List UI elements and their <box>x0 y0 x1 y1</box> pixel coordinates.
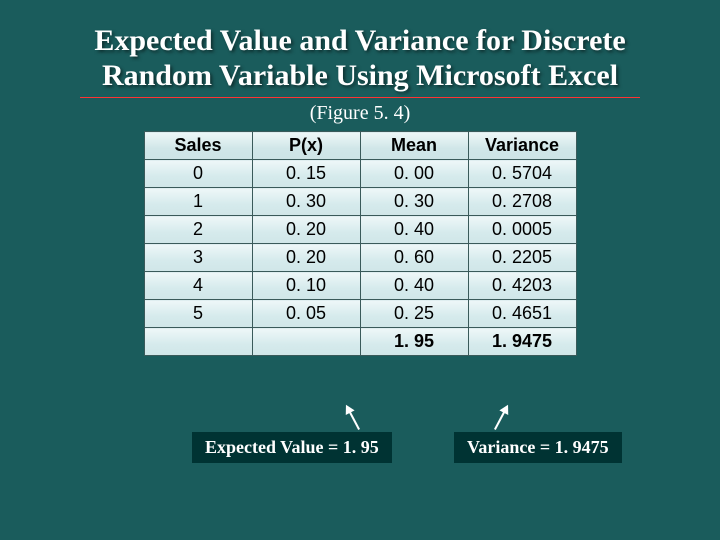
cell: 1 <box>144 188 252 216</box>
cell: 0. 15 <box>252 160 360 188</box>
cell: 4 <box>144 272 252 300</box>
table-header-row: Sales P(x) Mean Variance <box>144 132 576 160</box>
cell-total <box>144 328 252 356</box>
slide: Expected Value and Variance for Discrete… <box>0 0 720 540</box>
arrow-icon <box>494 406 508 430</box>
cell: 0. 2708 <box>468 188 576 216</box>
cell: 0. 40 <box>360 272 468 300</box>
cell: 0. 25 <box>360 300 468 328</box>
cell: 0. 20 <box>252 244 360 272</box>
variance-label: Variance = 1. 9475 <box>454 432 622 463</box>
col-header-px: P(x) <box>252 132 360 160</box>
slide-title: Expected Value and Variance for Discrete… <box>80 24 640 98</box>
cell: 2 <box>144 216 252 244</box>
col-header-mean: Mean <box>360 132 468 160</box>
cell: 0. 5704 <box>468 160 576 188</box>
table-row: 4 0. 10 0. 40 0. 4203 <box>144 272 576 300</box>
cell: 0. 30 <box>252 188 360 216</box>
table-row: 5 0. 05 0. 25 0. 4651 <box>144 300 576 328</box>
cell: 0. 40 <box>360 216 468 244</box>
cell: 0. 20 <box>252 216 360 244</box>
cell: 0. 05 <box>252 300 360 328</box>
expected-value-label: Expected Value = 1. 95 <box>192 432 392 463</box>
cell: 0. 4203 <box>468 272 576 300</box>
cell: 0. 4651 <box>468 300 576 328</box>
table-container: Sales P(x) Mean Variance 0 0. 15 0. 00 0… <box>0 131 720 356</box>
cell: 0 <box>144 160 252 188</box>
cell: 3 <box>144 244 252 272</box>
col-header-sales: Sales <box>144 132 252 160</box>
figure-caption: (Figure 5. 4) <box>0 102 720 125</box>
data-table: Sales P(x) Mean Variance 0 0. 15 0. 00 0… <box>144 131 577 356</box>
table-row: 1 0. 30 0. 30 0. 2708 <box>144 188 576 216</box>
table-row: 0 0. 15 0. 00 0. 5704 <box>144 160 576 188</box>
cell-total-mean: 1. 95 <box>360 328 468 356</box>
cell: 5 <box>144 300 252 328</box>
cell: 0. 30 <box>360 188 468 216</box>
cell: 0. 60 <box>360 244 468 272</box>
table-row: 2 0. 20 0. 40 0. 0005 <box>144 216 576 244</box>
arrow-icon <box>346 406 360 430</box>
cell-total-variance: 1. 9475 <box>468 328 576 356</box>
table-total-row: 1. 95 1. 9475 <box>144 328 576 356</box>
cell: 0. 00 <box>360 160 468 188</box>
col-header-variance: Variance <box>468 132 576 160</box>
cell: 0. 10 <box>252 272 360 300</box>
cell: 0. 2205 <box>468 244 576 272</box>
cell: 0. 0005 <box>468 216 576 244</box>
cell-total <box>252 328 360 356</box>
table-row: 3 0. 20 0. 60 0. 2205 <box>144 244 576 272</box>
